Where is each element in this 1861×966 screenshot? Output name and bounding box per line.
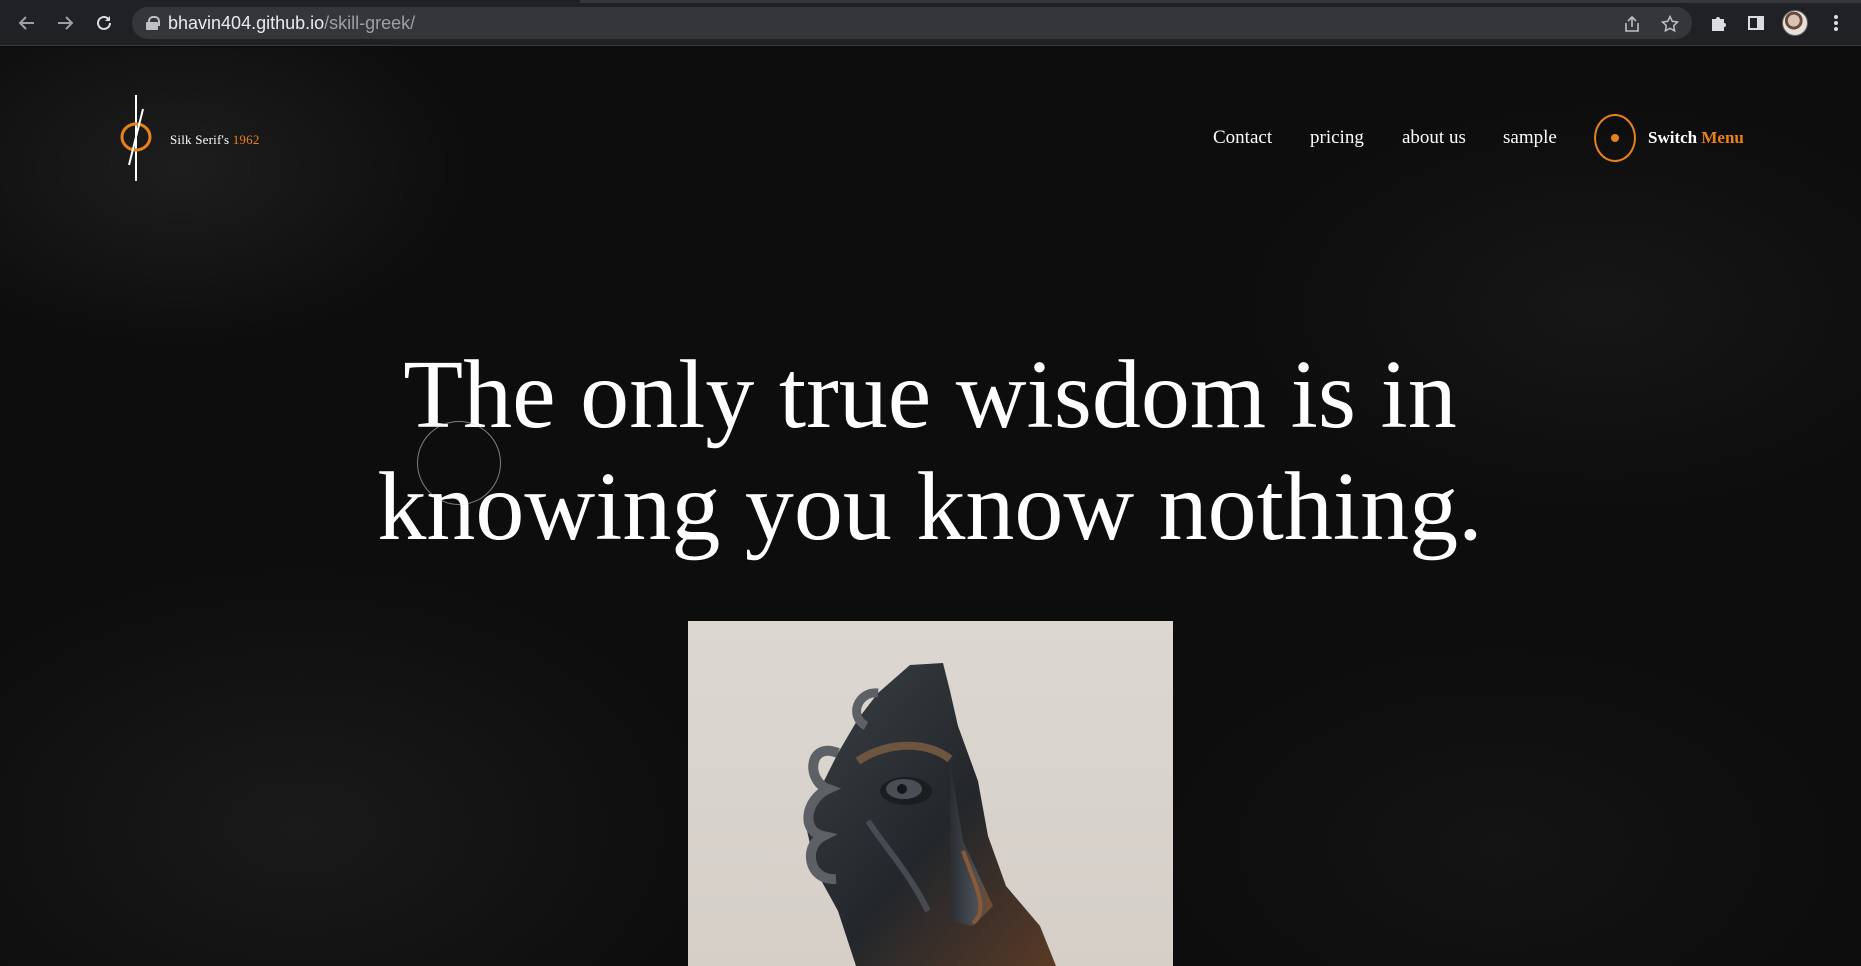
url-path: /skill-greek/	[324, 12, 416, 33]
logo-mark-icon	[118, 95, 154, 185]
nav-sample[interactable]: sample	[1503, 127, 1557, 149]
brand-year: 1962	[232, 132, 260, 147]
logo-text: Silk Serif's 1962	[170, 132, 260, 148]
forward-button[interactable]	[50, 8, 80, 38]
url-text: bhavin404.github.io/skill-greek/	[168, 13, 415, 34]
menu-word: Menu	[1701, 128, 1744, 147]
site-logo[interactable]: Silk Serif's 1962	[118, 95, 278, 185]
hero-line-1: The only true wisdom is in	[403, 341, 1457, 449]
puzzle-icon[interactable]	[1704, 8, 1732, 38]
address-bar[interactable]: bhavin404.github.io/skill-greek/	[132, 7, 1692, 39]
active-tab-indicator	[0, 0, 580, 3]
nav-about-us[interactable]: about us	[1402, 127, 1466, 149]
switch-label: Switch Menu	[1648, 128, 1744, 148]
arrow-right-icon	[58, 16, 74, 30]
nav-contact[interactable]: Contact	[1213, 127, 1272, 149]
kebab-menu-icon[interactable]	[1822, 8, 1850, 38]
nav-pricing[interactable]: pricing	[1310, 127, 1364, 149]
switch-dot	[1611, 134, 1619, 142]
avatar[interactable]	[1782, 10, 1808, 36]
switch-ring-icon	[1594, 114, 1636, 162]
hero-sculpture-image	[688, 621, 1173, 966]
arrow-left-icon	[18, 16, 34, 30]
reload-button[interactable]	[89, 8, 119, 38]
browser-toolbar: bhavin404.github.io/skill-greek/	[0, 0, 1861, 46]
star-icon[interactable]	[1660, 14, 1680, 35]
switch-menu-button[interactable]: Switch Menu	[1594, 113, 1744, 163]
hero-line-2: knowing you know nothing.	[377, 453, 1483, 561]
tab-strip	[0, 0, 1861, 3]
reload-icon	[97, 15, 111, 30]
share-icon[interactable]	[1622, 15, 1642, 35]
side-panel-icon[interactable]	[1742, 8, 1770, 38]
brand-name: Silk Serif's	[170, 132, 230, 147]
switch-word: Switch	[1648, 128, 1698, 147]
back-button[interactable]	[12, 8, 42, 38]
page-body: Silk Serif's 1962 Contact pricing about …	[0, 47, 1861, 966]
url-host: bhavin404.github.io	[168, 12, 325, 33]
custom-cursor-ring	[417, 421, 501, 505]
lock-icon	[146, 16, 160, 30]
hero-quote: The only true wisdom is in knowing you k…	[330, 339, 1530, 563]
